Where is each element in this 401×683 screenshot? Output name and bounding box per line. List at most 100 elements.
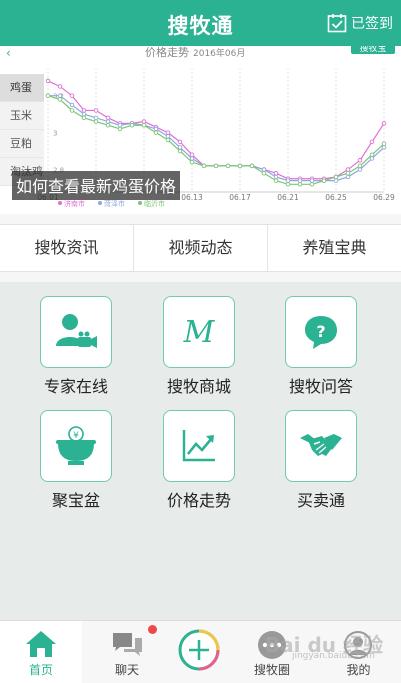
legend-swatch	[98, 201, 102, 205]
data-point	[285, 178, 291, 183]
svg-text:?: ?	[316, 322, 325, 341]
home-icon	[26, 631, 56, 657]
grid-label: 搜牧问答	[288, 377, 353, 396]
data-point	[369, 156, 375, 161]
tab-video[interactable]: 视频动态	[134, 225, 268, 271]
data-point	[309, 178, 315, 183]
data-point	[357, 158, 363, 163]
category-list: 鸡蛋 玉米 豆粕 淘汰鸡	[0, 74, 44, 186]
signin-label: 已签到	[351, 16, 393, 32]
data-point	[249, 163, 255, 169]
grid-item-price-trend[interactable]: 价格走势	[144, 410, 254, 511]
data-point	[381, 121, 387, 126]
data-point	[273, 178, 279, 183]
tabbar-label: 首页	[28, 663, 53, 677]
tab-farming-guide[interactable]: 养殖宝典	[268, 225, 401, 271]
data-point	[81, 111, 87, 117]
category-soymeal[interactable]: 豆粕	[0, 130, 44, 158]
mall-m-icon: M	[183, 315, 216, 350]
tabbar-label: 搜牧圈	[253, 663, 290, 677]
data-point	[381, 141, 387, 146]
feature-grid: 专家在线 M 搜牧商城 ? 搜牧问答 ¥ 聚宝盆 价格走势 买卖通	[0, 282, 401, 620]
data-point	[273, 170, 279, 176]
x-tick-label: 06.25	[325, 193, 347, 202]
grid-item-treasure-bowl[interactable]: ¥ 聚宝盆	[21, 410, 131, 511]
bottom-tabbar: 首页 聊天 搜牧圈 我的 Bai du 经验 jingyan.baidu.com	[0, 620, 401, 683]
legend-label: 临沂市	[144, 199, 165, 208]
data-point	[177, 145, 183, 150]
data-point	[381, 145, 387, 150]
handshake-icon	[300, 434, 342, 456]
svg-text:M: M	[183, 315, 216, 350]
grid-label: 专家在线	[43, 377, 108, 396]
category-egg[interactable]: 鸡蛋	[0, 74, 44, 102]
data-point	[81, 115, 87, 121]
chat-bubbles-icon	[113, 633, 142, 656]
app-header: 搜牧通 已签到	[0, 0, 401, 46]
data-point	[201, 163, 207, 169]
category-corn[interactable]: 玉米	[0, 102, 44, 130]
x-tick-label: 06.13	[181, 193, 203, 202]
legend-label: 菏泽市	[104, 199, 125, 208]
data-point	[165, 130, 171, 135]
tab-news[interactable]: 搜牧资讯	[0, 225, 134, 271]
data-point	[45, 78, 51, 84]
data-point	[333, 174, 339, 180]
grid-item-expert-online[interactable]: 专家在线	[21, 296, 131, 397]
data-point	[153, 130, 159, 135]
data-point	[273, 174, 279, 180]
expert-video-icon	[56, 314, 97, 348]
legend-swatch	[58, 201, 62, 205]
add-circle-icon	[178, 629, 220, 671]
tabbar-label: 我的	[346, 663, 371, 677]
data-point	[129, 122, 135, 128]
data-point	[141, 122, 147, 128]
data-point	[117, 126, 123, 132]
question-bubble-icon: ?	[305, 316, 337, 349]
grid-item-mall[interactable]: M 搜牧商城	[144, 296, 254, 397]
data-point	[165, 134, 171, 139]
data-point	[69, 102, 75, 108]
data-point	[105, 122, 111, 128]
x-tick-label: 06.29	[373, 193, 395, 202]
svg-text:¥: ¥	[73, 431, 79, 441]
data-point	[189, 156, 195, 161]
data-point	[225, 163, 231, 169]
data-point	[93, 115, 99, 121]
signin-button[interactable]: 已签到	[327, 13, 393, 33]
data-point	[105, 119, 111, 124]
tabbar-chat[interactable]: 聊天	[86, 621, 168, 683]
overlay-caption: 如何查看最新鸡蛋价格	[12, 171, 181, 200]
grid-label: 价格走势	[166, 491, 231, 510]
data-point	[45, 93, 51, 98]
data-point	[69, 93, 75, 98]
data-point	[261, 167, 267, 172]
grid-item-qa[interactable]: ? 搜牧问答	[266, 296, 376, 397]
data-point	[141, 119, 147, 124]
data-point	[333, 178, 339, 183]
data-point	[309, 182, 315, 187]
data-point	[345, 170, 351, 176]
tabbar-add[interactable]	[172, 621, 228, 683]
data-point	[297, 178, 303, 183]
y-tick-label: 3	[53, 130, 57, 138]
data-point	[153, 126, 159, 132]
data-point	[369, 152, 375, 158]
price-chart-panel[interactable]: ‹ 价格走势2016年06月 搜牧宝 3.232.806.0106.1306.1…	[0, 46, 401, 214]
treasure-bowl-icon: ¥	[56, 426, 96, 465]
grid-item-trade[interactable]: 买卖通	[266, 410, 376, 511]
grid-label: 买卖通	[296, 491, 345, 510]
legend-swatch	[138, 201, 142, 205]
trend-chart-icon	[182, 430, 215, 462]
data-point	[93, 119, 99, 124]
tabbar-home[interactable]: 首页	[0, 621, 82, 683]
data-point	[81, 108, 87, 113]
data-point	[357, 167, 363, 172]
data-point	[189, 159, 195, 165]
data-point	[369, 139, 375, 145]
tabbar-label: 聊天	[114, 663, 139, 677]
data-point	[261, 170, 267, 176]
data-point	[345, 167, 351, 172]
x-tick-label: 06.21	[277, 193, 299, 202]
data-point	[93, 108, 99, 113]
